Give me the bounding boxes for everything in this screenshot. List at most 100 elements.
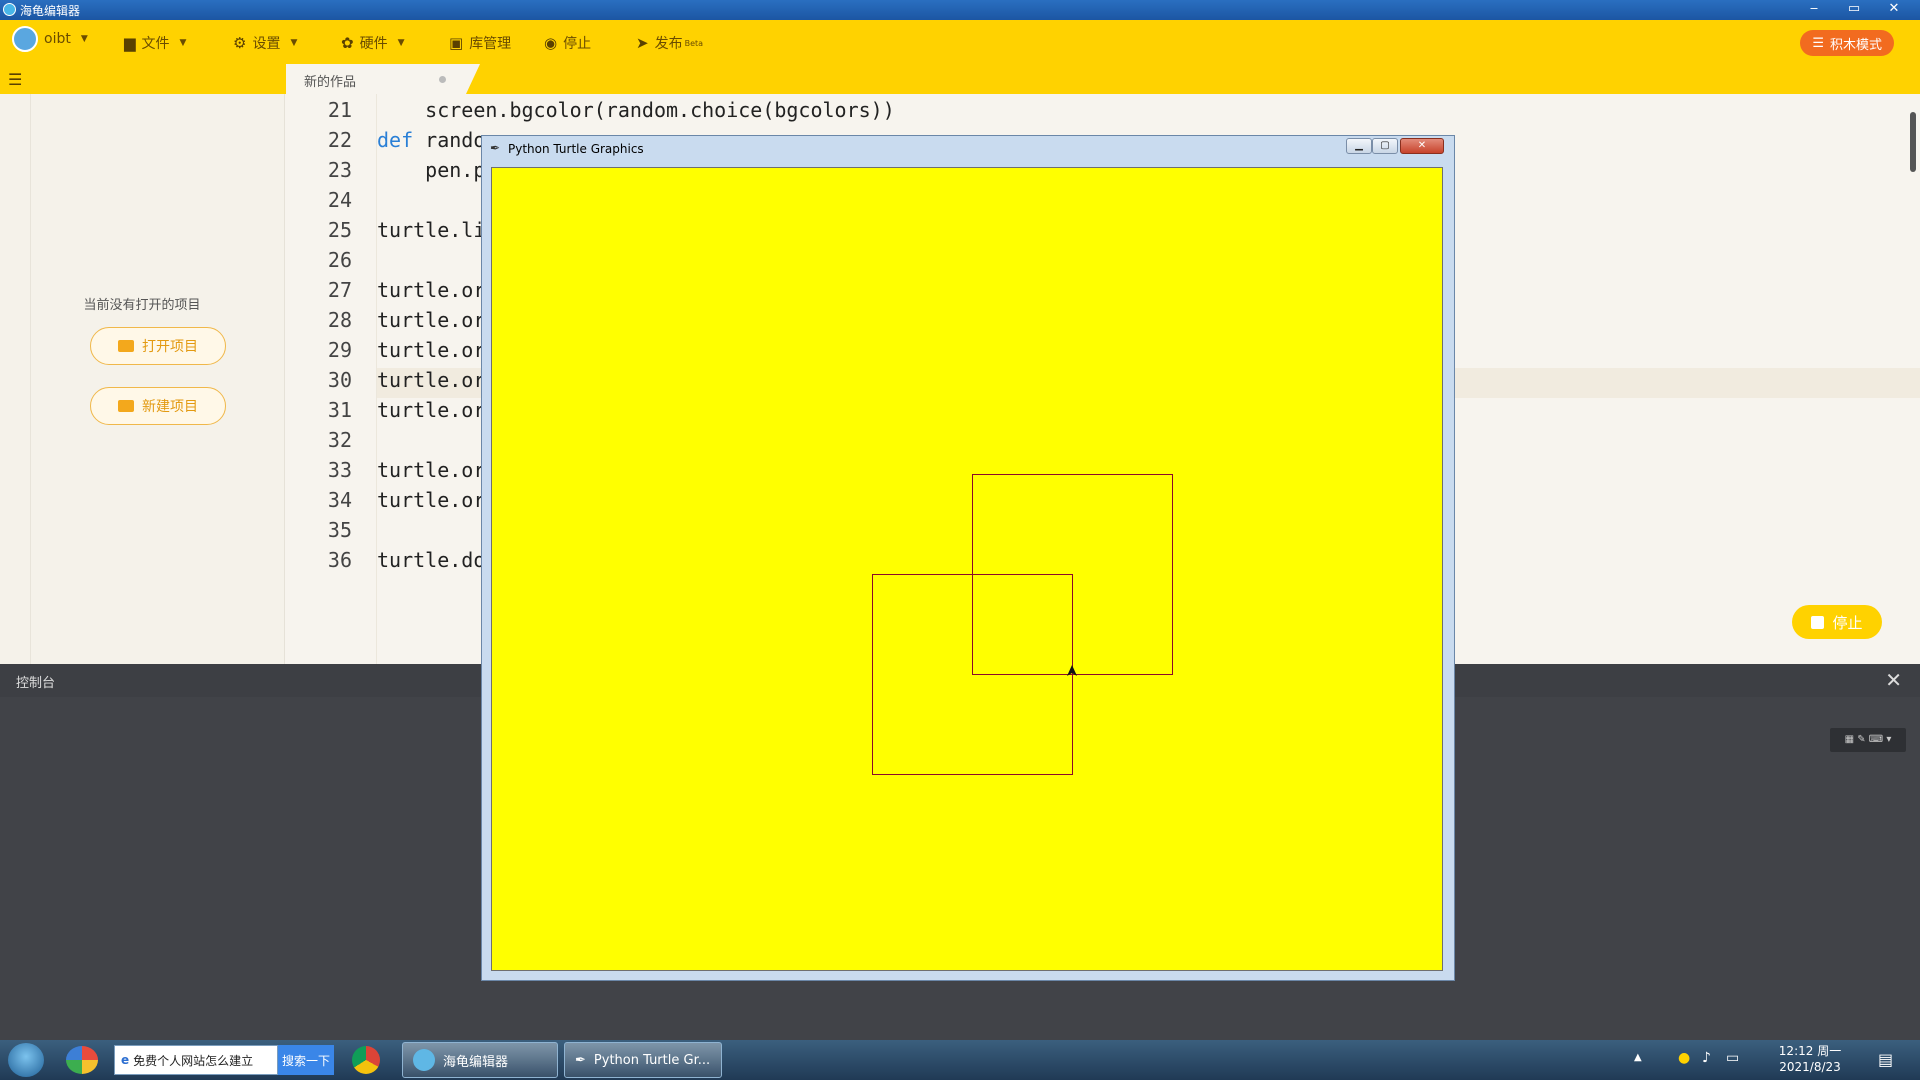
chevron-down-icon: ▼	[290, 38, 298, 48]
code-text: rando	[413, 128, 486, 152]
close-button[interactable]: ✕	[1880, 0, 1908, 20]
taskbar-app2-label: Python Turtle Gr...	[593, 1052, 711, 1068]
beta-badge: Beta	[684, 38, 704, 48]
line-number: 32	[327, 428, 352, 452]
system-clock[interactable]: 12:12 周一 2021/8/23	[1770, 1043, 1850, 1075]
file-menu[interactable]: ▆ 文件 ▼	[124, 32, 186, 54]
open-project-button[interactable]: 打开项目	[90, 327, 226, 365]
toolbar-stop-label: 停止	[563, 36, 592, 52]
line-number: 35	[327, 518, 352, 542]
ie-icon: e	[121, 1053, 130, 1067]
line-number: 27	[327, 278, 352, 302]
code-text: turtle.or	[377, 368, 486, 392]
floating-stop-button[interactable]: 停止	[1792, 605, 1882, 639]
chrome-icon[interactable]	[352, 1046, 380, 1074]
settings-menu[interactable]: ⚙ 设置 ▼	[233, 32, 297, 54]
hardware-menu[interactable]: ✿ 硬件 ▼	[341, 32, 405, 54]
user-menu[interactable]: oibt ▼	[12, 26, 88, 52]
code-text: turtle.do	[377, 548, 486, 572]
taskbar: e 免费个人网站怎么建立 搜索一下 海龟编辑器 ✒ Python Turtle …	[0, 1040, 1920, 1080]
tray-app-icon[interactable]: ●	[1678, 1050, 1690, 1066]
taskbar-app1-label: 海龟编辑器	[443, 1054, 509, 1070]
turtle-maximize-button[interactable]: ▢	[1372, 138, 1398, 154]
search-button[interactable]: 搜索一下	[278, 1045, 334, 1075]
avatar	[12, 26, 38, 52]
clock-time: 12:12 周一	[1778, 1044, 1842, 1058]
block-mode-button[interactable]: ☰ 积木模式	[1800, 30, 1894, 56]
code-line[interactable]: pen.p	[377, 158, 485, 182]
code-line[interactable]: turtle.or	[377, 488, 485, 512]
turtle-minimize-button[interactable]: ▁	[1346, 138, 1372, 154]
library-button[interactable]: ▣ 库管理	[449, 32, 511, 54]
code-line[interactable]: def rando	[377, 128, 485, 152]
line-number: 36	[327, 548, 352, 572]
clock-date: 2021/8/23	[1779, 1060, 1841, 1074]
chevron-down-icon: ▼	[80, 34, 88, 44]
publish-button[interactable]: ➤ 发布 Beta	[636, 32, 703, 54]
menu-icon[interactable]: ☰	[8, 70, 22, 89]
console-close-icon[interactable]: ✕	[1885, 668, 1902, 692]
turtle-window-title: Python Turtle Graphics	[508, 142, 644, 156]
start-button[interactable]	[8, 1043, 44, 1077]
no-project-text: 当前没有打开的项目	[83, 298, 201, 313]
code-line[interactable]: turtle.or	[377, 308, 485, 332]
code-line[interactable]: screen.bgcolor(random.choice(bgcolors))	[377, 98, 895, 122]
library-label: 库管理	[469, 36, 512, 52]
app-icon-colorful[interactable]	[66, 1046, 98, 1074]
turtle-cursor-icon	[1067, 665, 1077, 676]
new-project-label: 新建项目	[142, 399, 198, 415]
new-project-button[interactable]: 新建项目	[90, 387, 226, 425]
toolbar-stop-button[interactable]: ◉ 停止	[544, 32, 591, 54]
code-line[interactable]: turtle.or	[377, 338, 485, 362]
folder-icon	[118, 340, 134, 352]
project-sidebar: 当前没有打开的项目 打开项目 新建项目	[0, 94, 285, 664]
console-title: 控制台	[16, 676, 56, 691]
network-icon[interactable]: ▭	[1726, 1050, 1739, 1066]
feather-icon: ✒	[575, 1052, 586, 1068]
user-name: oibt	[44, 31, 71, 47]
turtle-editor-icon	[413, 1049, 435, 1071]
gear-icon: ⚙	[233, 34, 247, 52]
settings-menu-label: 设置	[252, 36, 281, 52]
code-line[interactable]: turtle.or	[377, 398, 485, 422]
tray-expand-icon[interactable]: ▲	[1634, 1052, 1642, 1063]
tab-corner	[466, 64, 480, 94]
code-line[interactable]: turtle.li	[377, 218, 485, 242]
turtle-close-button[interactable]: ✕	[1400, 138, 1444, 154]
file-menu-label: 文件	[141, 36, 170, 52]
code-text: turtle.or	[377, 488, 486, 512]
stop-icon	[1811, 615, 1825, 629]
window-title: 海龟编辑器	[20, 4, 81, 18]
block-mode-label: 积木模式	[1829, 37, 1882, 53]
code-line[interactable]: turtle.or	[377, 458, 485, 482]
minimize-button[interactable]: ‒	[1800, 0, 1828, 20]
tab-new-work[interactable]: 新的作品	[286, 64, 466, 94]
library-icon: ▣	[449, 34, 464, 52]
code-line[interactable]: turtle.do	[377, 548, 485, 572]
hardware-icon: ✿	[341, 34, 354, 52]
line-number: 23	[327, 158, 352, 182]
line-number: 24	[327, 188, 352, 212]
taskbar-app-turtle-editor[interactable]: 海龟编辑器	[402, 1042, 558, 1078]
line-number: 31	[327, 398, 352, 422]
code-line[interactable]: turtle.or	[377, 278, 485, 302]
input-method-toolbar[interactable]: ▦ ✎ ⌨ ▾	[1830, 728, 1906, 752]
volume-icon[interactable]: ♪	[1702, 1050, 1711, 1066]
code-text: turtle.li	[377, 218, 486, 242]
editor-scrollbar[interactable]	[1910, 112, 1916, 172]
floating-stop-label: 停止	[1832, 613, 1863, 632]
code-text: turtle.or	[377, 458, 486, 482]
keyword-token: def	[377, 128, 414, 152]
browser-search-box[interactable]: e 免费个人网站怎么建立	[114, 1045, 278, 1075]
taskbar-app-turtle-graphics[interactable]: ✒ Python Turtle Gr...	[564, 1042, 722, 1078]
action-center-icon[interactable]: ▤	[1878, 1050, 1893, 1069]
maximize-button[interactable]: ▭	[1840, 0, 1868, 20]
code-text: turtle.or	[377, 398, 486, 422]
code-line[interactable]: turtle.or	[377, 368, 485, 392]
code-text: turtle.or	[377, 308, 486, 332]
line-number: 33	[327, 458, 352, 482]
turtle-canvas[interactable]	[491, 167, 1443, 971]
stop-icon: ◉	[544, 34, 558, 52]
blocks-icon: ☰	[1812, 35, 1824, 51]
sidebar-strip	[0, 94, 31, 664]
